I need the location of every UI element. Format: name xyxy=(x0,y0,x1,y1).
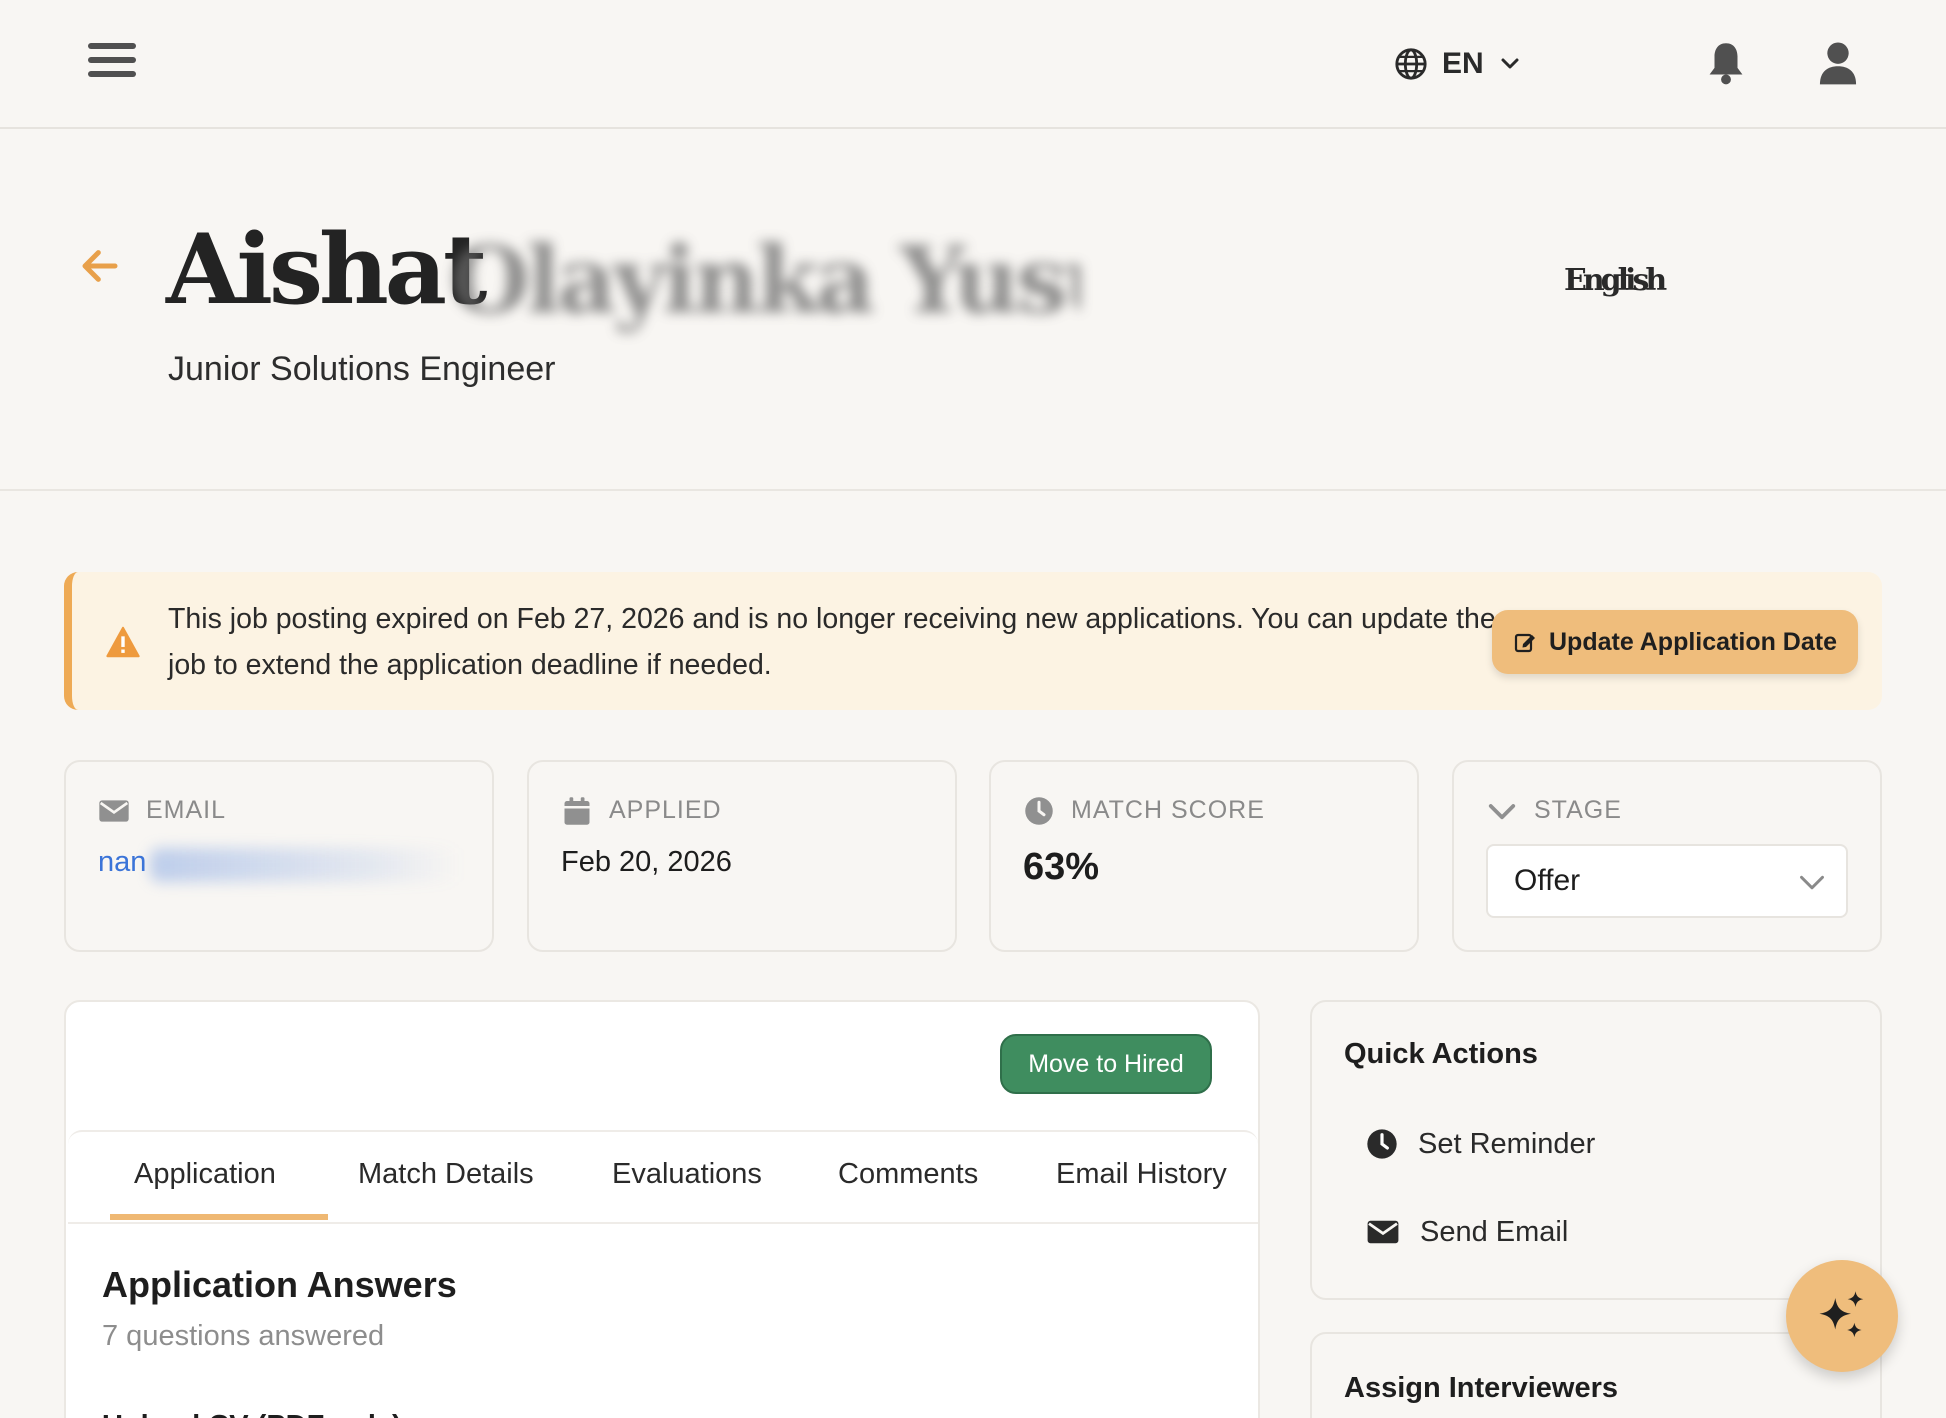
expired-job-alert: This job posting expired on Feb 27, 2026… xyxy=(64,572,1882,710)
applied-label: APPLIED xyxy=(609,796,722,824)
move-to-hired-button[interactable]: Move to Hired xyxy=(1000,1034,1212,1094)
application-tabs: Application Match Details Evaluations Co… xyxy=(68,1130,1258,1224)
calendar-icon xyxy=(564,797,590,825)
language-selector[interactable]: EN English xyxy=(1394,44,1667,296)
clock-icon xyxy=(1367,1129,1397,1159)
email-link[interactable]: nan xyxy=(98,846,146,879)
update-application-date-label: Update Application Date xyxy=(1549,627,1837,656)
candidate-last-name-redacted: Olayinka Yusu xyxy=(450,226,1080,334)
match-score-card: MATCH SCORE 63% xyxy=(989,760,1419,952)
quick-actions-title: Quick Actions xyxy=(1344,1038,1538,1070)
tab-application[interactable]: Application xyxy=(134,1158,276,1191)
send-email-label: Send Email xyxy=(1420,1215,1569,1248)
set-reminder-label: Set Reminder xyxy=(1418,1127,1596,1160)
user-icon[interactable] xyxy=(1818,40,1858,86)
questions-answered-count: 7 questions answered xyxy=(102,1320,385,1352)
language-code: EN xyxy=(1442,47,1484,80)
email-redacted xyxy=(150,848,462,882)
hamburger-icon[interactable] xyxy=(88,43,136,83)
send-email-action[interactable]: Send Email xyxy=(1366,1212,1568,1252)
tab-evaluations[interactable]: Evaluations xyxy=(612,1158,762,1191)
ai-assistant-button[interactable] xyxy=(1786,1260,1898,1372)
email-card: EMAIL nan xyxy=(64,760,494,952)
quick-actions-card: Quick Actions Set Reminder Send Email xyxy=(1310,1000,1882,1300)
back-arrow-icon[interactable] xyxy=(80,246,120,286)
chevron-down-icon xyxy=(1501,58,1519,69)
candidate-role: Junior Solutions Engineer xyxy=(168,350,556,388)
assign-interviewers-title: Assign Interviewers xyxy=(1344,1372,1618,1404)
warning-icon xyxy=(106,626,140,658)
match-score-value: 63% xyxy=(1023,846,1100,888)
chevron-down-icon xyxy=(1800,875,1824,890)
active-tab-indicator xyxy=(110,1214,328,1220)
set-reminder-action[interactable]: Set Reminder xyxy=(1366,1124,1595,1164)
match-score-label: MATCH SCORE xyxy=(1071,796,1265,824)
question-label: Upload CV (PDF only) xyxy=(102,1410,402,1418)
tab-email-history[interactable]: Email History xyxy=(1056,1158,1227,1191)
stage-label: STAGE xyxy=(1534,796,1622,824)
email-label: EMAIL xyxy=(146,796,227,824)
globe-icon xyxy=(1395,48,1427,80)
chevron-down-icon xyxy=(1488,804,1516,820)
envelope-icon xyxy=(1367,1220,1399,1244)
application-answers-title: Application Answers xyxy=(102,1264,457,1305)
envelope-icon xyxy=(99,800,129,822)
top-bar: EN English xyxy=(0,0,1946,296)
tab-match-details[interactable]: Match Details xyxy=(358,1158,534,1191)
stage-card: STAGE Offer xyxy=(1452,760,1882,952)
alert-message: This job posting expired on Feb 27, 2026… xyxy=(168,603,1496,681)
update-application-date-button[interactable]: Update Application Date xyxy=(1492,610,1858,674)
stage-value: Offer xyxy=(1514,864,1581,897)
bell-icon[interactable] xyxy=(1706,40,1746,86)
stage-select[interactable]: Offer xyxy=(1486,844,1848,918)
clock-icon xyxy=(1025,797,1053,825)
tab-comments[interactable]: Comments xyxy=(838,1158,978,1191)
sparkles-icon xyxy=(1819,1291,1864,1338)
applied-card: APPLIED Feb 20, 2026 xyxy=(527,760,957,952)
application-panel: Move to Hired Application Match Details … xyxy=(64,1000,1260,1418)
edit-icon xyxy=(1514,633,1535,653)
applied-date: Feb 20, 2026 xyxy=(561,846,732,878)
candidate-first-name: Aishat xyxy=(166,213,487,326)
